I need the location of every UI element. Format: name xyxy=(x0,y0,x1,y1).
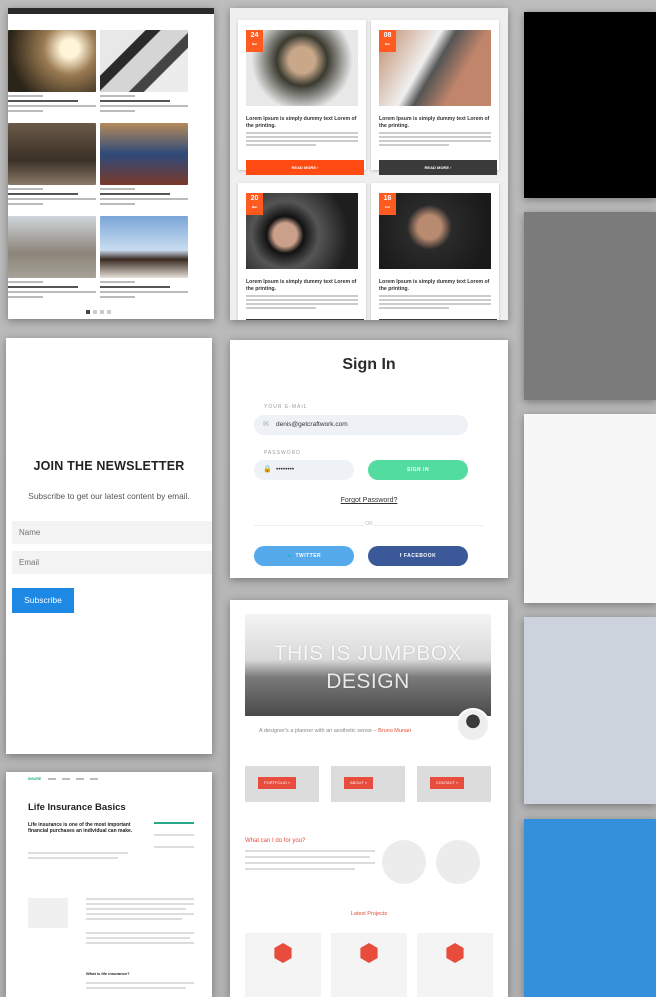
blog-post-card[interactable]: 16 Feb Lorem Ipsum is simply dummy text L… xyxy=(371,183,499,320)
insurance-article-thumbnail[interactable]: INSURE Life Insurance Basics Life insura… xyxy=(6,772,212,997)
portfolio-button[interactable]: PORTFOLIO » xyxy=(258,777,297,789)
facebook-button[interactable]: f FACEBOOK xyxy=(368,546,468,566)
contact-button[interactable]: CONTACT » xyxy=(430,777,465,789)
swatch-light-blue-gray[interactable] xyxy=(524,617,656,804)
photo-cell[interactable] xyxy=(8,216,96,298)
blog-post-card[interactable]: 08 Mar Lorem Ipsum is simply dummy text L… xyxy=(371,20,499,175)
article-title: Life Insurance Basics xyxy=(28,802,126,813)
services-heading: What can I do for you? xyxy=(245,838,306,844)
sign-in-button[interactable]: SIGN IN xyxy=(368,460,468,480)
hero-title-line2: DESIGN xyxy=(326,670,410,693)
photo-cell[interactable] xyxy=(100,216,188,298)
photo xyxy=(8,216,96,278)
project-icon xyxy=(446,943,464,963)
avatar xyxy=(456,708,490,742)
email-input[interactable] xyxy=(12,551,212,574)
project-icon xyxy=(274,943,292,963)
sign-in-title: Sign In xyxy=(342,356,396,373)
project-card[interactable] xyxy=(417,933,493,997)
photo xyxy=(100,30,188,92)
swatch-off-white[interactable] xyxy=(524,414,656,603)
photo-cell[interactable] xyxy=(8,123,96,205)
date-badge: 16 Feb xyxy=(379,193,396,215)
brand-logo: INSURE xyxy=(28,777,42,781)
newsletter-subtitle: Subscribe to get our latest content by e… xyxy=(28,491,190,501)
top-bar xyxy=(8,8,214,14)
hero-banner: THIS IS JUMPBOX DESIGN xyxy=(245,614,491,716)
password-label: PASSWORD xyxy=(264,450,301,456)
photo-cell[interactable] xyxy=(100,30,188,112)
sidebar-box xyxy=(28,898,68,928)
pagination[interactable] xyxy=(86,310,111,314)
top-nav[interactable] xyxy=(48,778,98,780)
jumpbox-site-thumbnail[interactable]: THIS IS JUMPBOX DESIGN A designer's a pl… xyxy=(230,600,508,997)
read-more-button[interactable] xyxy=(379,319,497,320)
blog-post-card[interactable]: 24 Mar Lorem Ipsum is simply dummy text L… xyxy=(238,20,366,175)
password-field[interactable]: 🔒 •••••••• xyxy=(254,460,354,480)
email-field[interactable]: ✉ denis@getcraftwork.com xyxy=(254,415,468,435)
photo-cell[interactable] xyxy=(8,30,96,112)
post-title: Lorem Ipsum is simply dummy text Lorem o… xyxy=(379,279,490,292)
post-title: Lorem Ipsum is simply dummy text Lorem o… xyxy=(246,116,357,129)
web-design-icon xyxy=(382,840,426,884)
post-title: Lorem Ipsum is simply dummy text Lorem o… xyxy=(246,279,357,292)
or-divider: OR xyxy=(365,521,373,527)
gallery-canvas: 24 Mar Lorem Ipsum is simply dummy text L… xyxy=(0,0,656,997)
read-more-button[interactable] xyxy=(246,319,364,320)
project-card[interactable] xyxy=(331,933,407,997)
about-button[interactable]: ABOUT » xyxy=(344,777,374,789)
photo xyxy=(100,123,188,185)
newsletter-card: JOIN THE NEWSLETTER Subscribe to get our… xyxy=(6,338,212,754)
subscribe-button[interactable]: Subscribe xyxy=(12,588,74,613)
swatch-black[interactable] xyxy=(524,12,656,198)
contact-tile[interactable]: CONTACT » xyxy=(417,766,491,802)
post-title: Lorem Ipsum is simply dummy text Lorem o… xyxy=(379,116,490,129)
article-subheading: What is life insurance? xyxy=(86,971,130,976)
swatch-gray[interactable] xyxy=(524,212,656,400)
read-more-button[interactable]: READ MORE › xyxy=(379,160,497,175)
name-input[interactable] xyxy=(12,521,212,544)
blog-posts-thumbnail[interactable]: 24 Mar Lorem Ipsum is simply dummy text L… xyxy=(230,8,508,320)
date-badge: 24 Mar xyxy=(246,30,263,52)
portfolio-tile[interactable]: PORTFOLIO » xyxy=(245,766,319,802)
photo xyxy=(100,216,188,278)
mail-icon: ✉ xyxy=(263,421,269,428)
article-intro: Life insurance is one of the most import… xyxy=(28,822,133,834)
blog-post-card[interactable]: 20 Mar Lorem Ipsum is simply dummy text L… xyxy=(238,183,366,320)
forgot-password-link[interactable]: Forgot Password? xyxy=(230,497,508,504)
photo-cell[interactable] xyxy=(100,123,188,205)
photo xyxy=(8,30,96,92)
lock-icon: 🔒 xyxy=(263,466,272,473)
photo-grid-thumbnail[interactable] xyxy=(8,8,214,319)
latest-projects-heading: Latest Projects xyxy=(350,911,388,917)
mobile-icon xyxy=(436,840,480,884)
date-badge: 08 Mar xyxy=(379,30,396,52)
read-more-button[interactable]: READ MORE › xyxy=(246,160,364,175)
photo xyxy=(8,123,96,185)
project-card[interactable] xyxy=(245,933,321,997)
newsletter-title: JOIN THE NEWSLETTER xyxy=(33,459,185,473)
about-tile[interactable]: ABOUT » xyxy=(331,766,405,802)
tagline: A designer's a planner with an aesthetic… xyxy=(259,728,412,734)
date-badge: 20 Mar xyxy=(246,193,263,215)
email-label: YOUR E-MAIL xyxy=(264,404,308,410)
twitter-button[interactable]: 🐦 TWITTER xyxy=(254,546,354,566)
swatch-blue[interactable] xyxy=(524,819,656,997)
sign-in-card: Sign In YOUR E-MAIL ✉ denis@getcraftwork… xyxy=(230,340,508,578)
hero-title-line1: THIS IS JUMPBOX xyxy=(273,642,463,665)
project-icon xyxy=(360,943,378,963)
